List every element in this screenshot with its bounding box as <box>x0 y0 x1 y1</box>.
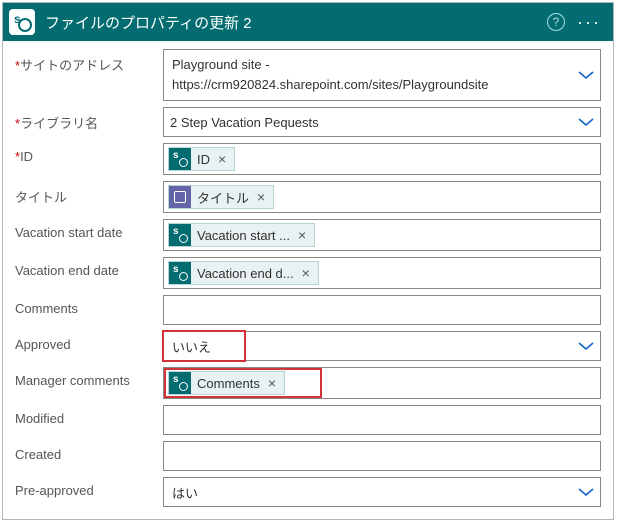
token-vac-end[interactable]: Vacation end d... × <box>168 261 319 285</box>
field-library[interactable]: 2 Step Vacation Pequests <box>163 107 601 137</box>
field-modified[interactable] <box>163 405 601 435</box>
action-card: ファイルのプロパティの更新 2 ? ··· *サイトのアドレス Playgrou… <box>2 2 614 520</box>
field-vac-start[interactable]: Vacation start ... × <box>163 219 601 251</box>
sharepoint-icon <box>169 262 191 284</box>
token-remove-icon[interactable]: × <box>255 189 267 205</box>
token-label: Comments <box>197 376 260 391</box>
chevron-down-icon[interactable] <box>578 117 594 127</box>
card-title: ファイルのプロパティの更新 2 <box>45 12 537 33</box>
token-title[interactable]: タイトル × <box>168 185 274 209</box>
field-created[interactable] <box>163 441 601 471</box>
token-remove-icon[interactable]: × <box>300 265 312 281</box>
site-address-line2: https://crm920824.sharepoint.com/sites/P… <box>172 76 489 94</box>
label-title: タイトル <box>15 181 163 206</box>
sharepoint-icon <box>169 372 191 394</box>
token-remove-icon[interactable]: × <box>296 227 308 243</box>
card-header[interactable]: ファイルのプロパティの更新 2 ? ··· <box>3 3 613 41</box>
card-body: *サイトのアドレス Playground site - https://crm9… <box>3 41 613 519</box>
label-vac-start: Vacation start date <box>15 219 163 240</box>
dynamic-content-icon <box>169 186 191 208</box>
token-label: Vacation end d... <box>197 266 294 281</box>
field-site-address[interactable]: Playground site - https://crm920824.shar… <box>163 49 601 101</box>
token-id[interactable]: ID × <box>168 147 235 171</box>
label-mgr-comments: Manager comments <box>15 367 163 388</box>
label-pre-approved: Pre-approved <box>15 477 163 498</box>
token-remove-icon[interactable]: × <box>216 151 228 167</box>
more-icon[interactable]: ··· <box>575 12 603 33</box>
sharepoint-icon <box>169 148 191 170</box>
token-label: ID <box>197 152 210 167</box>
field-title[interactable]: タイトル × <box>163 181 601 213</box>
label-site-address: *サイトのアドレス <box>15 49 163 74</box>
field-comments[interactable] <box>163 295 601 325</box>
field-vac-end[interactable]: Vacation end d... × <box>163 257 601 289</box>
label-comments: Comments <box>15 295 163 316</box>
field-pre-approved[interactable]: はい <box>163 477 601 507</box>
approved-value: いいえ <box>172 337 211 356</box>
label-id: *ID <box>15 143 163 164</box>
sharepoint-icon <box>169 224 191 246</box>
label-library: *ライブラリ名 <box>15 107 163 132</box>
help-icon[interactable]: ? <box>547 13 565 31</box>
label-created: Created <box>15 441 163 462</box>
sharepoint-icon <box>9 9 35 35</box>
label-approved: Approved <box>15 331 163 352</box>
library-value: 2 Step Vacation Pequests <box>170 115 319 130</box>
field-approved[interactable]: いいえ <box>163 331 601 361</box>
chevron-down-icon[interactable] <box>578 70 594 80</box>
label-vac-end: Vacation end date <box>15 257 163 278</box>
token-vac-start[interactable]: Vacation start ... × <box>168 223 315 247</box>
token-label: Vacation start ... <box>197 228 290 243</box>
label-modified: Modified <box>15 405 163 426</box>
pre-approved-value: はい <box>172 483 198 502</box>
chevron-down-icon[interactable] <box>578 341 594 351</box>
token-mgr-comments[interactable]: Comments × <box>168 371 285 395</box>
site-address-line1: Playground site - <box>172 56 270 74</box>
field-mgr-comments[interactable]: Comments × <box>163 367 601 399</box>
token-label: タイトル <box>197 188 249 207</box>
token-remove-icon[interactable]: × <box>266 375 278 391</box>
chevron-down-icon[interactable] <box>578 487 594 497</box>
field-id[interactable]: ID × <box>163 143 601 175</box>
